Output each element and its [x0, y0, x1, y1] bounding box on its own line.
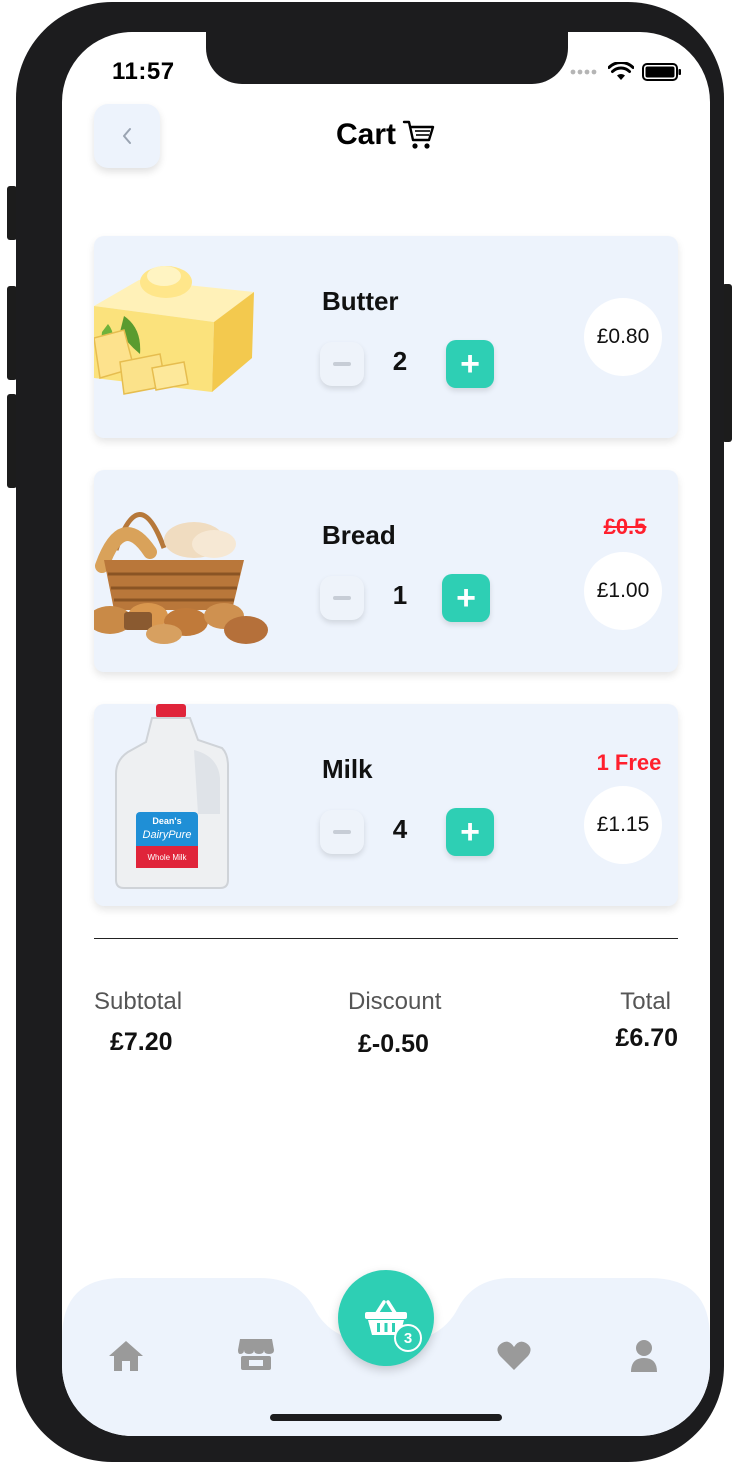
- minus-icon: [333, 596, 351, 600]
- quantity-value: 2: [392, 346, 408, 376]
- increase-button[interactable]: +: [442, 574, 490, 622]
- page-title: Cart: [335, 118, 396, 151]
- milk-label-variant: Whole Milk: [147, 853, 187, 862]
- plus-icon: +: [456, 579, 476, 617]
- cart-item-milk: Dean's DairyPure Whole Milk Milk 4 + 1 F…: [94, 704, 678, 906]
- discount-label: Discount: [348, 988, 442, 1015]
- total-value: £6.70: [615, 1024, 678, 1052]
- item-price: £0.80: [584, 298, 662, 376]
- item-name: Butter: [322, 286, 399, 316]
- quantity-stepper: 1 +: [320, 572, 500, 624]
- milk-label-brand: Dean's: [152, 816, 181, 826]
- store-icon: [238, 1339, 274, 1370]
- basket-button[interactable]: 3: [338, 1270, 434, 1366]
- item-price: £1.00: [584, 552, 662, 630]
- user-icon: [631, 1340, 657, 1372]
- bread-image: [94, 512, 268, 644]
- tab-store[interactable]: [236, 1336, 276, 1372]
- cart-item-butter: Butter 2 + £0.80: [94, 236, 678, 438]
- decrease-button[interactable]: [320, 576, 364, 620]
- quantity-value: 4: [392, 814, 408, 844]
- subtotal-label: Subtotal: [94, 988, 183, 1015]
- discount-value: £-0.50: [358, 1030, 429, 1058]
- phone-frame: 11:57 Cart Butter 2 + £0.80 Bread 1 + £0…: [16, 2, 724, 1462]
- item-name: Milk: [322, 754, 373, 784]
- status-icons: [570, 62, 682, 82]
- item-name: Bread: [322, 520, 396, 550]
- subtotal-value: £7.20: [110, 1028, 173, 1056]
- cart-count-badge: 3: [394, 1324, 422, 1352]
- tab-profile[interactable]: [624, 1338, 664, 1374]
- original-price: £0.5: [603, 514, 647, 539]
- status-time: 11:57: [112, 58, 175, 85]
- header-title-group: Cart: [62, 118, 710, 152]
- item-price: £1.15: [584, 786, 662, 864]
- plus-icon: +: [460, 345, 480, 383]
- tab-favorites[interactable]: [494, 1338, 534, 1374]
- decrease-button[interactable]: [320, 342, 364, 386]
- increase-button[interactable]: +: [446, 340, 494, 388]
- quantity-stepper: 2 +: [320, 338, 500, 390]
- increase-button[interactable]: +: [446, 808, 494, 856]
- home-indicator: [270, 1414, 502, 1421]
- tab-home[interactable]: [106, 1338, 146, 1374]
- milk-label-product: DairyPure: [143, 829, 192, 841]
- total-label: Total: [620, 988, 671, 1015]
- signal-icon: [570, 69, 597, 75]
- decrease-button[interactable]: [320, 810, 364, 854]
- quantity-stepper: 4 +: [320, 806, 500, 858]
- milk-image: Dean's DairyPure Whole Milk: [115, 704, 229, 889]
- minus-icon: [333, 830, 351, 834]
- cart-item-bread: Bread 1 + £0.5 £1.00: [94, 470, 678, 672]
- notch: [206, 32, 568, 84]
- promo-tag: 1 Free: [596, 750, 662, 775]
- wifi-icon: [608, 62, 634, 80]
- quantity-value: 1: [392, 580, 408, 610]
- screen: 11:57 Cart Butter 2 + £0.80 Bread 1 + £0…: [62, 32, 710, 1436]
- cart-icon: [402, 120, 435, 149]
- minus-icon: [333, 362, 351, 366]
- heart-icon: [497, 1341, 531, 1370]
- plus-icon: +: [460, 813, 480, 851]
- battery-icon: [642, 63, 681, 81]
- butter-image: [94, 266, 254, 395]
- divider: [94, 938, 678, 939]
- home-icon: [109, 1341, 143, 1371]
